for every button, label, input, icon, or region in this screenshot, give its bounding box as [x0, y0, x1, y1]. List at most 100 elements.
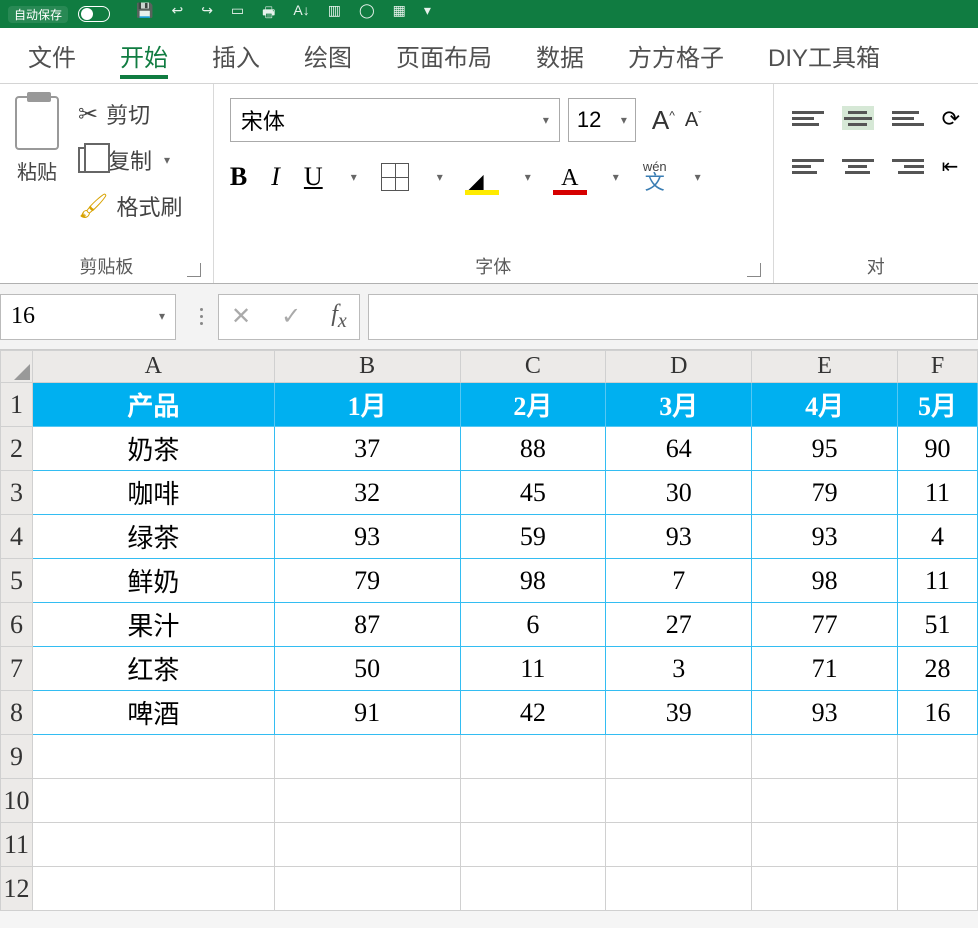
- cell[interactable]: [752, 779, 898, 823]
- cell[interactable]: 鲜奶: [32, 559, 274, 603]
- spreadsheet-grid[interactable]: A B C D E F 1 产品 1月 2月 3月 4月 5月 2 奶茶 37 …: [0, 350, 978, 911]
- shapes-icon[interactable]: ◯: [359, 2, 375, 26]
- tab-page-layout[interactable]: 页面布局: [374, 28, 514, 83]
- cell[interactable]: [274, 779, 460, 823]
- cell[interactable]: 3月: [606, 383, 752, 427]
- cell[interactable]: 95: [752, 427, 898, 471]
- print-icon[interactable]: 🖶: [262, 2, 275, 26]
- cell[interactable]: 32: [274, 471, 460, 515]
- row-header-10[interactable]: 10: [1, 779, 33, 823]
- tab-home[interactable]: 开始: [98, 28, 190, 83]
- italic-button[interactable]: I: [271, 162, 280, 192]
- cell[interactable]: 红茶: [32, 647, 274, 691]
- cell[interactable]: 39: [606, 691, 752, 735]
- chart-icon[interactable]: ▥: [328, 2, 341, 26]
- cell[interactable]: [898, 867, 978, 911]
- cell[interactable]: 啤酒: [32, 691, 274, 735]
- cell[interactable]: [32, 823, 274, 867]
- cell[interactable]: [32, 867, 274, 911]
- row-header-7[interactable]: 7: [1, 647, 33, 691]
- cell[interactable]: 79: [274, 559, 460, 603]
- filter-icon[interactable]: ▦: [393, 2, 406, 26]
- cell[interactable]: 1月: [274, 383, 460, 427]
- row-header-4[interactable]: 4: [1, 515, 33, 559]
- cell[interactable]: 93: [752, 515, 898, 559]
- cell[interactable]: 16: [898, 691, 978, 735]
- paste-button[interactable]: 粘贴: [17, 156, 57, 185]
- cell[interactable]: 5月: [898, 383, 978, 427]
- cell[interactable]: [752, 823, 898, 867]
- cell[interactable]: 42: [460, 691, 606, 735]
- font-dialog-launcher-icon[interactable]: [747, 263, 761, 277]
- col-header-E[interactable]: E: [752, 351, 898, 383]
- autosave-toggle[interactable]: [78, 6, 110, 22]
- row-header-12[interactable]: 12: [1, 867, 33, 911]
- cell[interactable]: [898, 735, 978, 779]
- chevron-down-icon[interactable]: ▾: [351, 170, 357, 184]
- cell[interactable]: 3: [606, 647, 752, 691]
- cell[interactable]: 90: [898, 427, 978, 471]
- phonetic-guide-button[interactable]: wén 文: [643, 160, 667, 193]
- cell[interactable]: 果汁: [32, 603, 274, 647]
- row-header-1[interactable]: 1: [1, 383, 33, 427]
- cell[interactable]: 28: [898, 647, 978, 691]
- cell[interactable]: 77: [752, 603, 898, 647]
- top-align-button[interactable]: [792, 106, 824, 130]
- cell[interactable]: 产品: [32, 383, 274, 427]
- cut-button[interactable]: ✂ 剪切: [78, 98, 182, 130]
- chevron-down-icon[interactable]: ▾: [159, 309, 165, 324]
- font-name-select[interactable]: 宋体 ▾: [230, 98, 560, 142]
- cell[interactable]: [460, 823, 606, 867]
- font-size-select[interactable]: 12 ▾: [568, 98, 636, 142]
- cell[interactable]: 11: [898, 471, 978, 515]
- cell[interactable]: 奶茶: [32, 427, 274, 471]
- orientation-button[interactable]: ⟳: [942, 106, 960, 132]
- cell[interactable]: 30: [606, 471, 752, 515]
- cell[interactable]: [460, 735, 606, 779]
- col-header-C[interactable]: C: [460, 351, 606, 383]
- cell[interactable]: 6: [460, 603, 606, 647]
- cell[interactable]: [898, 823, 978, 867]
- tab-file[interactable]: 文件: [6, 28, 98, 83]
- cell[interactable]: 93: [606, 515, 752, 559]
- tab-fangfang[interactable]: 方方格子: [606, 28, 746, 83]
- tab-draw[interactable]: 绘图: [282, 28, 374, 83]
- row-header-11[interactable]: 11: [1, 823, 33, 867]
- cell[interactable]: 64: [606, 427, 752, 471]
- cell[interactable]: 11: [898, 559, 978, 603]
- cell[interactable]: [898, 779, 978, 823]
- cell[interactable]: 93: [274, 515, 460, 559]
- row-header-9[interactable]: 9: [1, 735, 33, 779]
- chevron-down-icon[interactable]: ▾: [164, 153, 170, 167]
- cell[interactable]: [606, 779, 752, 823]
- cell[interactable]: 71: [752, 647, 898, 691]
- clipboard-dialog-launcher-icon[interactable]: [187, 263, 201, 277]
- cell[interactable]: 88: [460, 427, 606, 471]
- cell[interactable]: 93: [752, 691, 898, 735]
- middle-align-button[interactable]: [842, 106, 874, 130]
- row-header-3[interactable]: 3: [1, 471, 33, 515]
- cell[interactable]: [752, 867, 898, 911]
- row-header-6[interactable]: 6: [1, 603, 33, 647]
- col-header-F[interactable]: F: [898, 351, 978, 383]
- cell[interactable]: [606, 823, 752, 867]
- bold-button[interactable]: B: [230, 162, 247, 192]
- cell[interactable]: [274, 735, 460, 779]
- copy-button[interactable]: 复制 ▾: [78, 144, 182, 176]
- col-header-D[interactable]: D: [606, 351, 752, 383]
- chevron-down-icon[interactable]: ▾: [695, 170, 701, 184]
- fill-color-button[interactable]: ◢: [467, 165, 497, 189]
- cell[interactable]: [32, 735, 274, 779]
- font-color-button[interactable]: A: [555, 165, 585, 189]
- cell[interactable]: [606, 735, 752, 779]
- col-header-A[interactable]: A: [32, 351, 274, 383]
- cell[interactable]: 98: [460, 559, 606, 603]
- col-header-B[interactable]: B: [274, 351, 460, 383]
- tab-diy[interactable]: DIY工具箱: [746, 28, 902, 83]
- cell[interactable]: [606, 867, 752, 911]
- cell[interactable]: 27: [606, 603, 752, 647]
- formula-input[interactable]: [368, 294, 978, 340]
- cell[interactable]: 98: [752, 559, 898, 603]
- row-header-5[interactable]: 5: [1, 559, 33, 603]
- left-align-button[interactable]: [792, 154, 824, 178]
